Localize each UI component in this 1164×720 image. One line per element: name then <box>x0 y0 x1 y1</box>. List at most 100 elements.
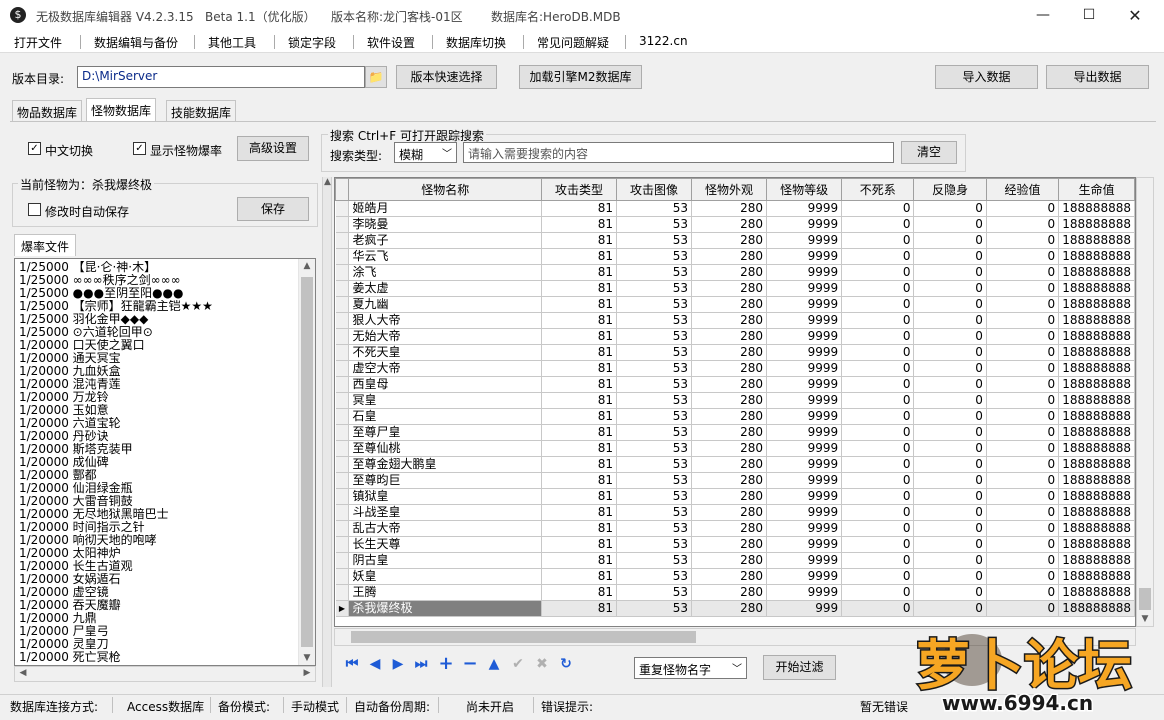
table-cell[interactable]: 0 <box>841 200 915 217</box>
drop-list-item[interactable]: 1/20000 大雷音铜鼓 <box>19 495 301 508</box>
table-cell[interactable]: 0 <box>986 392 1060 409</box>
table-cell[interactable]: 不死天皇 <box>348 344 542 361</box>
table-cell[interactable]: 53 <box>616 536 693 553</box>
table-cell[interactable]: 0 <box>841 360 915 377</box>
table-row[interactable]: 姜太虚 81 53 280 9999 0 0 0 188888888 <box>335 280 1135 297</box>
table-cell[interactable]: 81 <box>541 264 617 281</box>
scrollbar-thumb[interactable] <box>301 277 313 647</box>
table-cell[interactable]: 9999 <box>766 536 843 553</box>
table-cell[interactable]: 280 <box>691 248 768 265</box>
table-cell[interactable]: 至尊尸皇 <box>348 424 542 441</box>
table-cell[interactable]: 0 <box>986 328 1060 345</box>
table-cell[interactable]: 188888888 <box>1058 504 1135 521</box>
table-cell[interactable]: 188888888 <box>1058 568 1135 585</box>
table-cell[interactable]: 81 <box>541 408 617 425</box>
table-row[interactable]: 夏九幽 81 53 280 9999 0 0 0 188888888 <box>335 296 1135 313</box>
row-indicator[interactable] <box>335 312 350 329</box>
table-cell[interactable]: 188888888 <box>1058 536 1135 553</box>
table-cell[interactable]: 0 <box>986 552 1060 569</box>
table-cell[interactable]: 0 <box>986 248 1060 265</box>
row-indicator[interactable] <box>335 536 350 553</box>
table-cell[interactable]: 188888888 <box>1058 408 1135 425</box>
table-cell[interactable]: 53 <box>616 488 693 505</box>
table-cell[interactable]: 0 <box>986 456 1060 473</box>
table-cell[interactable]: 53 <box>616 504 693 521</box>
table-cell[interactable]: 53 <box>616 440 693 457</box>
table-cell[interactable]: 0 <box>986 568 1060 585</box>
table-row[interactable]: 李晓曼 81 53 280 9999 0 0 0 188888888 <box>335 216 1135 233</box>
table-cell[interactable]: 280 <box>691 408 768 425</box>
table-cell[interactable]: 188888888 <box>1058 312 1135 329</box>
table-cell[interactable]: 9999 <box>766 216 843 233</box>
drop-list-item[interactable]: 1/20000 丹砂诀 <box>19 430 301 443</box>
table-cell[interactable]: 0 <box>841 216 915 233</box>
tab-monsters[interactable]: 怪物数据库 <box>86 98 157 122</box>
drop-list-item[interactable]: 1/25000 【昆·仑·神·木】 <box>19 261 301 274</box>
table-cell[interactable]: 188888888 <box>1058 520 1135 537</box>
drop-list-item[interactable]: 1/20000 仙泪绿金瓶 <box>19 482 301 495</box>
table-cell[interactable]: 280 <box>691 312 768 329</box>
splitter[interactable]: ▲ <box>322 177 332 687</box>
table-row[interactable]: 石皇 81 53 280 9999 0 0 0 188888888 <box>335 408 1135 425</box>
table-cell[interactable]: 280 <box>691 488 768 505</box>
table-cell[interactable]: 53 <box>616 472 693 489</box>
table-cell[interactable]: 0 <box>841 456 915 473</box>
menu-site[interactable]: 3122.cn <box>639 34 688 48</box>
last-record-icon[interactable]: ⏭ <box>411 654 431 674</box>
table-cell[interactable]: 188888888 <box>1058 232 1135 249</box>
table-cell[interactable]: 280 <box>691 216 768 233</box>
table-cell[interactable]: 0 <box>986 360 1060 377</box>
drop-list-item[interactable]: 1/20000 玉如意 <box>19 404 301 417</box>
table-row[interactable]: ▶ 杀我爆终极 81 53 280 999 0 0 0 188888888 <box>335 600 1135 617</box>
table-row[interactable]: 冥皇 81 53 280 9999 0 0 0 188888888 <box>335 392 1135 409</box>
table-cell[interactable]: 81 <box>541 440 617 457</box>
table-cell[interactable]: 0 <box>913 344 987 361</box>
table-row[interactable]: 姬皓月 81 53 280 9999 0 0 0 188888888 <box>335 200 1135 217</box>
table-cell[interactable]: 石皇 <box>348 408 542 425</box>
table-cell[interactable]: 53 <box>616 200 693 217</box>
row-indicator[interactable] <box>335 344 350 361</box>
close-icon[interactable]: ✕ <box>1112 0 1158 31</box>
table-cell[interactable]: 狠人大帝 <box>348 312 542 329</box>
table-cell[interactable]: 53 <box>616 328 693 345</box>
load-engine-button[interactable]: 加载引擎M2数据库 <box>519 65 642 89</box>
column-header[interactable]: 经验值 <box>985 178 1060 201</box>
table-cell[interactable]: 0 <box>913 312 987 329</box>
table-cell[interactable]: 188888888 <box>1058 280 1135 297</box>
table-cell[interactable]: 9999 <box>766 584 843 601</box>
table-cell[interactable]: 0 <box>841 264 915 281</box>
column-header[interactable]: 攻击图像 <box>615 178 693 201</box>
table-cell[interactable]: 0 <box>913 600 987 617</box>
table-cell[interactable]: 81 <box>541 232 617 249</box>
table-row[interactable]: 至尊尸皇 81 53 280 9999 0 0 0 188888888 <box>335 424 1135 441</box>
table-row[interactable]: 至尊昀巨 81 53 280 9999 0 0 0 188888888 <box>335 472 1135 489</box>
table-cell[interactable]: 0 <box>913 360 987 377</box>
table-cell[interactable]: 188888888 <box>1058 584 1135 601</box>
table-cell[interactable]: 188888888 <box>1058 392 1135 409</box>
table-cell[interactable]: 0 <box>841 248 915 265</box>
row-indicator[interactable] <box>335 328 350 345</box>
table-cell[interactable]: 9999 <box>766 280 843 297</box>
show-rate-checkbox[interactable]: ✓ <box>133 142 146 155</box>
drop-list-item[interactable]: 1/20000 尸皇弓 <box>19 625 301 638</box>
search-type-select[interactable]: 模糊 ﹀ <box>394 142 457 163</box>
table-cell[interactable]: 53 <box>616 584 693 601</box>
table-cell[interactable]: 0 <box>913 504 987 521</box>
table-row[interactable]: 王腾 81 53 280 9999 0 0 0 188888888 <box>335 584 1135 601</box>
table-cell[interactable]: 188888888 <box>1058 216 1135 233</box>
table-cell[interactable]: 0 <box>841 312 915 329</box>
table-cell[interactable]: 0 <box>986 536 1060 553</box>
table-cell[interactable]: 81 <box>541 472 617 489</box>
drop-list-item[interactable]: 1/20000 灵皇刀 <box>19 638 301 651</box>
row-indicator[interactable] <box>335 424 350 441</box>
table-cell[interactable]: 0 <box>841 568 915 585</box>
table-cell[interactable]: 0 <box>913 280 987 297</box>
table-row[interactable]: 至尊金翅大鹏皇 81 53 280 9999 0 0 0 188888888 <box>335 456 1135 473</box>
table-cell[interactable]: 9999 <box>766 568 843 585</box>
table-cell[interactable]: 280 <box>691 344 768 361</box>
start-filter-button[interactable]: 开始过滤 <box>763 655 836 680</box>
row-indicator[interactable] <box>335 248 350 265</box>
drop-list-item[interactable]: 1/20000 九血妖盒 <box>19 365 301 378</box>
table-cell[interactable]: 0 <box>913 216 987 233</box>
autosave-checkbox[interactable] <box>28 203 41 216</box>
